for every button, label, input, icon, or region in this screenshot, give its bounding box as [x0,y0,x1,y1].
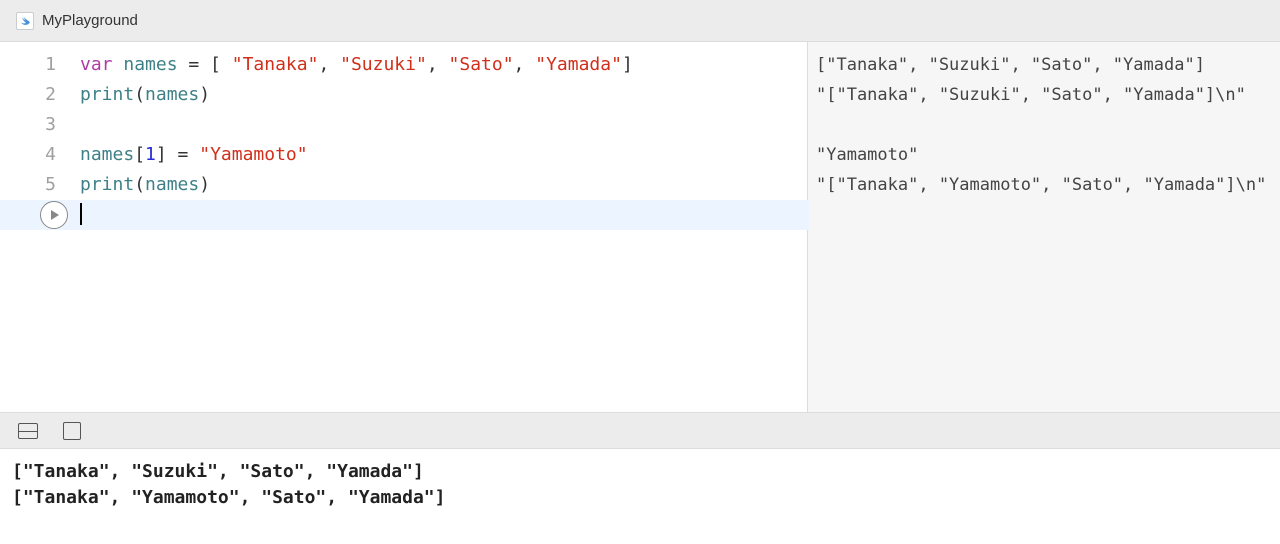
debug-bar [0,412,1280,448]
line-number: 1 [0,50,56,80]
results-sidebar: ["Tanaka", "Suzuki", "Sato", "Yamada"]"[… [808,42,1280,412]
panel-split-icon[interactable] [18,422,38,440]
result-line: "["Tanaka", "Suzuki", "Sato", "Yamada"]\… [816,80,1266,110]
console-line: ["Tanaka", "Yamamoto", "Sato", "Yamada"] [12,485,1268,511]
code-line-current[interactable] [0,200,809,230]
line-number-gutter: 12345 [0,42,80,412]
code-line[interactable]: print(names) [80,80,807,110]
run-button[interactable] [40,201,68,229]
line-number: 4 [0,140,56,170]
panel-square-icon[interactable] [62,422,82,440]
code-line[interactable] [80,110,807,140]
main-area: 12345 var names = [ "Tanaka", "Suzuki", … [0,42,1280,412]
title-bar: MyPlayground [0,0,1280,42]
line-number: 2 [0,80,56,110]
line-number: 5 [0,170,56,200]
code-line[interactable]: print(names) [80,170,807,200]
code-editor[interactable]: 12345 var names = [ "Tanaka", "Suzuki", … [0,42,808,412]
code-content[interactable]: var names = [ "Tanaka", "Suzuki", "Sato"… [80,42,807,412]
console-line: ["Tanaka", "Suzuki", "Sato", "Yamada"] [12,459,1268,485]
file-title: MyPlayground [42,12,138,29]
code-line[interactable]: var names = [ "Tanaka", "Suzuki", "Sato"… [80,50,807,80]
result-line: ["Tanaka", "Suzuki", "Sato", "Yamada"] [816,50,1266,80]
result-line [816,110,1266,140]
result-line: "["Tanaka", "Yamamoto", "Sato", "Yamada"… [816,170,1266,200]
console-output[interactable]: ["Tanaka", "Suzuki", "Sato", "Yamada"]["… [0,448,1280,544]
result-line: "Yamamoto" [816,140,1266,170]
code-line[interactable]: names[1] = "Yamamoto" [80,140,807,170]
swift-file-icon [16,12,34,30]
text-cursor [80,203,82,225]
line-number: 3 [0,110,56,140]
